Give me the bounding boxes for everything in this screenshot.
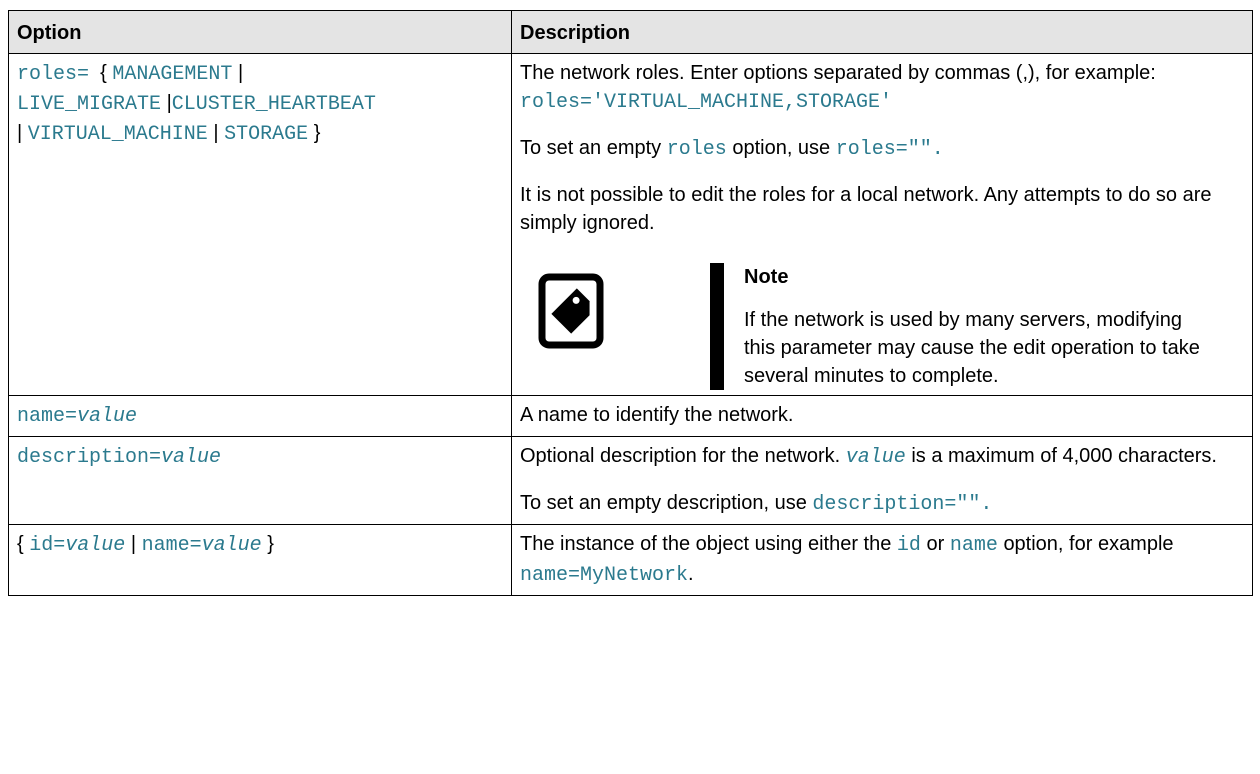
brace-close: } [313,122,321,144]
description-text: option, use [732,137,831,159]
role-value: VIRTUAL_MACHINE [27,123,208,146]
description-text: It is not possible to edit the roles for… [520,184,1212,234]
table-row: { id=value | name=value } The instance o… [8,524,1253,596]
note-tag-icon [538,273,604,349]
table-row: name=value A name to identify the networ… [8,395,1253,437]
note-admonition: Note If the network is used by many serv… [520,263,1244,390]
separator: | [17,122,23,144]
brace-open: { [100,62,107,84]
option-variable: value [161,446,222,469]
description-cell: Optional description for the network. va… [511,436,1253,525]
separator: | [213,122,219,144]
inline-code: name=MyNetwork [520,564,689,587]
description-column-header: Description [511,10,1253,54]
option-column-header: Option [8,10,512,54]
separator: | [237,62,244,84]
option-cell: roles= { MANAGEMENT | LIVE_MIGRATE | CLUS… [8,53,512,396]
role-value: CLUSTER_HEARTBEAT [171,93,376,116]
code-example: roles='VIRTUAL_MACHINE,STORAGE' [520,91,893,114]
inline-code: roles [666,138,727,161]
note-bar [710,263,724,390]
header-row: Option Description [8,10,1253,54]
description-text: or [926,533,945,555]
inline-code: name [949,534,998,557]
option-variable: value [201,534,262,557]
description-cell: A name to identify the network. [511,395,1253,437]
option-cell: { id=value | name=value } [8,524,512,596]
description-text: The network roles. Enter options separat… [520,62,1156,84]
inline-code: description="". [812,493,993,516]
option-cell: name=value [8,395,512,437]
description-text: Optional description for the network. [520,445,841,467]
note-text: If the network is used by many servers, … [744,309,1200,387]
inline-variable: value [845,446,906,469]
role-value: STORAGE [224,123,309,146]
option-code: id= [29,534,66,557]
description-text: is a maximum of 4,000 characters. [911,445,1217,467]
brace-open: { [17,533,24,555]
brace-close: } [267,533,274,555]
description-cell: The instance of the object using either … [511,524,1253,596]
option-code: name= [141,534,202,557]
inline-code: id [896,534,921,557]
inline-code: roles="". [835,138,944,161]
option-variable: value [77,405,138,428]
option-code: description= [17,446,162,469]
description-text: The instance of the object using either … [520,533,892,555]
option-cell: description=value [8,436,512,525]
role-value: MANAGEMENT [112,63,233,86]
table-row: roles= { MANAGEMENT | LIVE_MIGRATE | CLUS… [8,53,1253,396]
options-table: Option Description roles= { MANAGEMENT |… [8,10,1253,596]
description-text: . [688,563,694,585]
description-cell: The network roles. Enter options separat… [511,53,1253,396]
description-text: To set an empty description, use [520,492,807,514]
option-variable: value [65,534,126,557]
description-text: To set an empty [520,137,662,159]
option-code: roles= [17,63,90,86]
description-text: option, for example [1003,533,1174,555]
table-row: description=value Optional description f… [8,436,1253,525]
note-title: Note [744,266,789,288]
option-code: name= [17,405,78,428]
role-value: LIVE_MIGRATE [17,93,162,116]
separator: | [130,533,137,555]
